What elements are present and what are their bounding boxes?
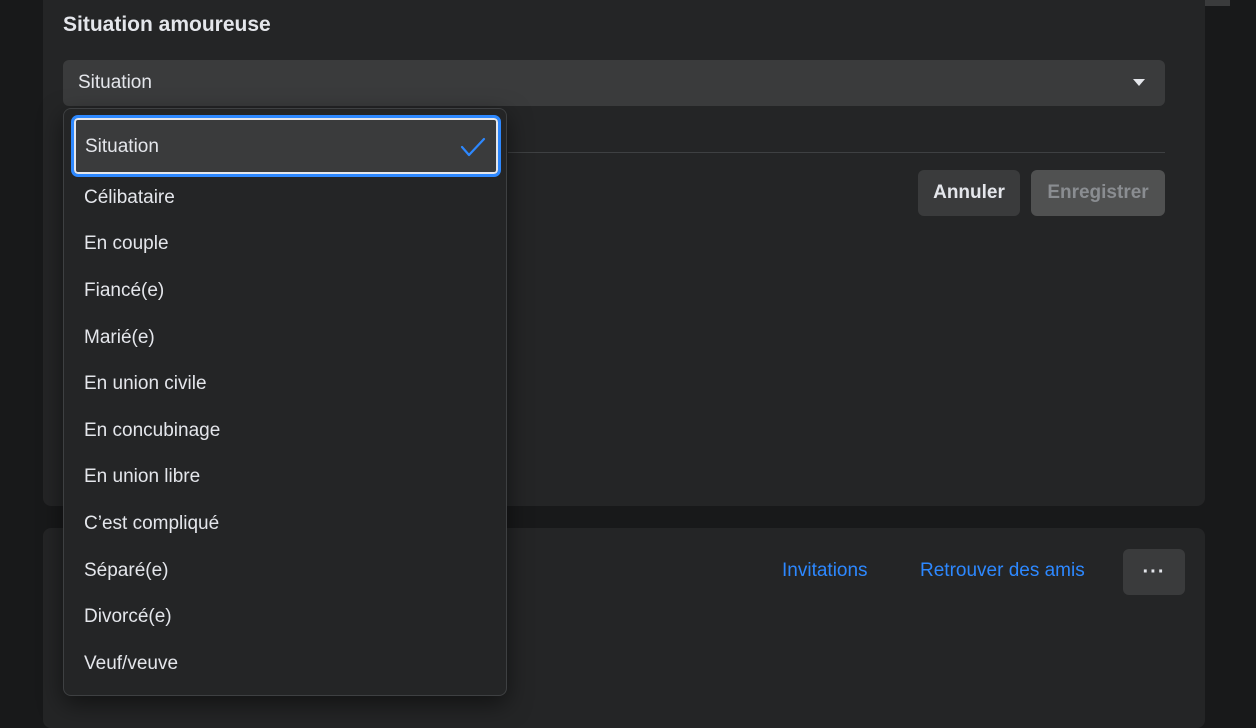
option-divorce[interactable]: Divorcé(e) bbox=[84, 606, 172, 628]
caret-down-icon bbox=[1133, 79, 1145, 86]
section-title: Situation amoureuse bbox=[63, 13, 271, 36]
more-horizontal-icon: ··· bbox=[1142, 560, 1166, 583]
option-en-couple[interactable]: En couple bbox=[84, 233, 169, 255]
option-separe[interactable]: Séparé(e) bbox=[84, 560, 169, 582]
option-situation[interactable]: Situation bbox=[71, 115, 501, 177]
select-value: Situation bbox=[78, 72, 152, 93]
more-button[interactable]: ··· bbox=[1123, 549, 1185, 595]
option-celibataire[interactable]: Célibataire bbox=[84, 187, 175, 209]
option-concubinage[interactable]: En concubinage bbox=[84, 420, 220, 442]
top-strip bbox=[1205, 0, 1230, 6]
option-complique[interactable]: C’est compliqué bbox=[84, 513, 219, 535]
cancel-button[interactable]: Annuler bbox=[918, 170, 1020, 216]
check-icon bbox=[460, 137, 486, 157]
option-veuf[interactable]: Veuf/veuve bbox=[84, 653, 178, 675]
invitations-link[interactable]: Invitations bbox=[782, 560, 868, 582]
option-marie[interactable]: Marié(e) bbox=[84, 327, 155, 349]
option-union-libre[interactable]: En union libre bbox=[84, 466, 200, 488]
save-button[interactable]: Enregistrer bbox=[1031, 170, 1165, 216]
find-friends-link[interactable]: Retrouver des amis bbox=[920, 560, 1085, 582]
option-label: Situation bbox=[85, 136, 159, 157]
relationship-select[interactable]: Situation bbox=[63, 60, 1165, 106]
divider bbox=[508, 152, 1165, 153]
option-fiance[interactable]: Fiancé(e) bbox=[84, 280, 164, 302]
option-union-civile[interactable]: En union civile bbox=[84, 373, 207, 395]
relationship-dropdown: Situation Célibataire En couple Fiancé(e… bbox=[63, 108, 507, 696]
